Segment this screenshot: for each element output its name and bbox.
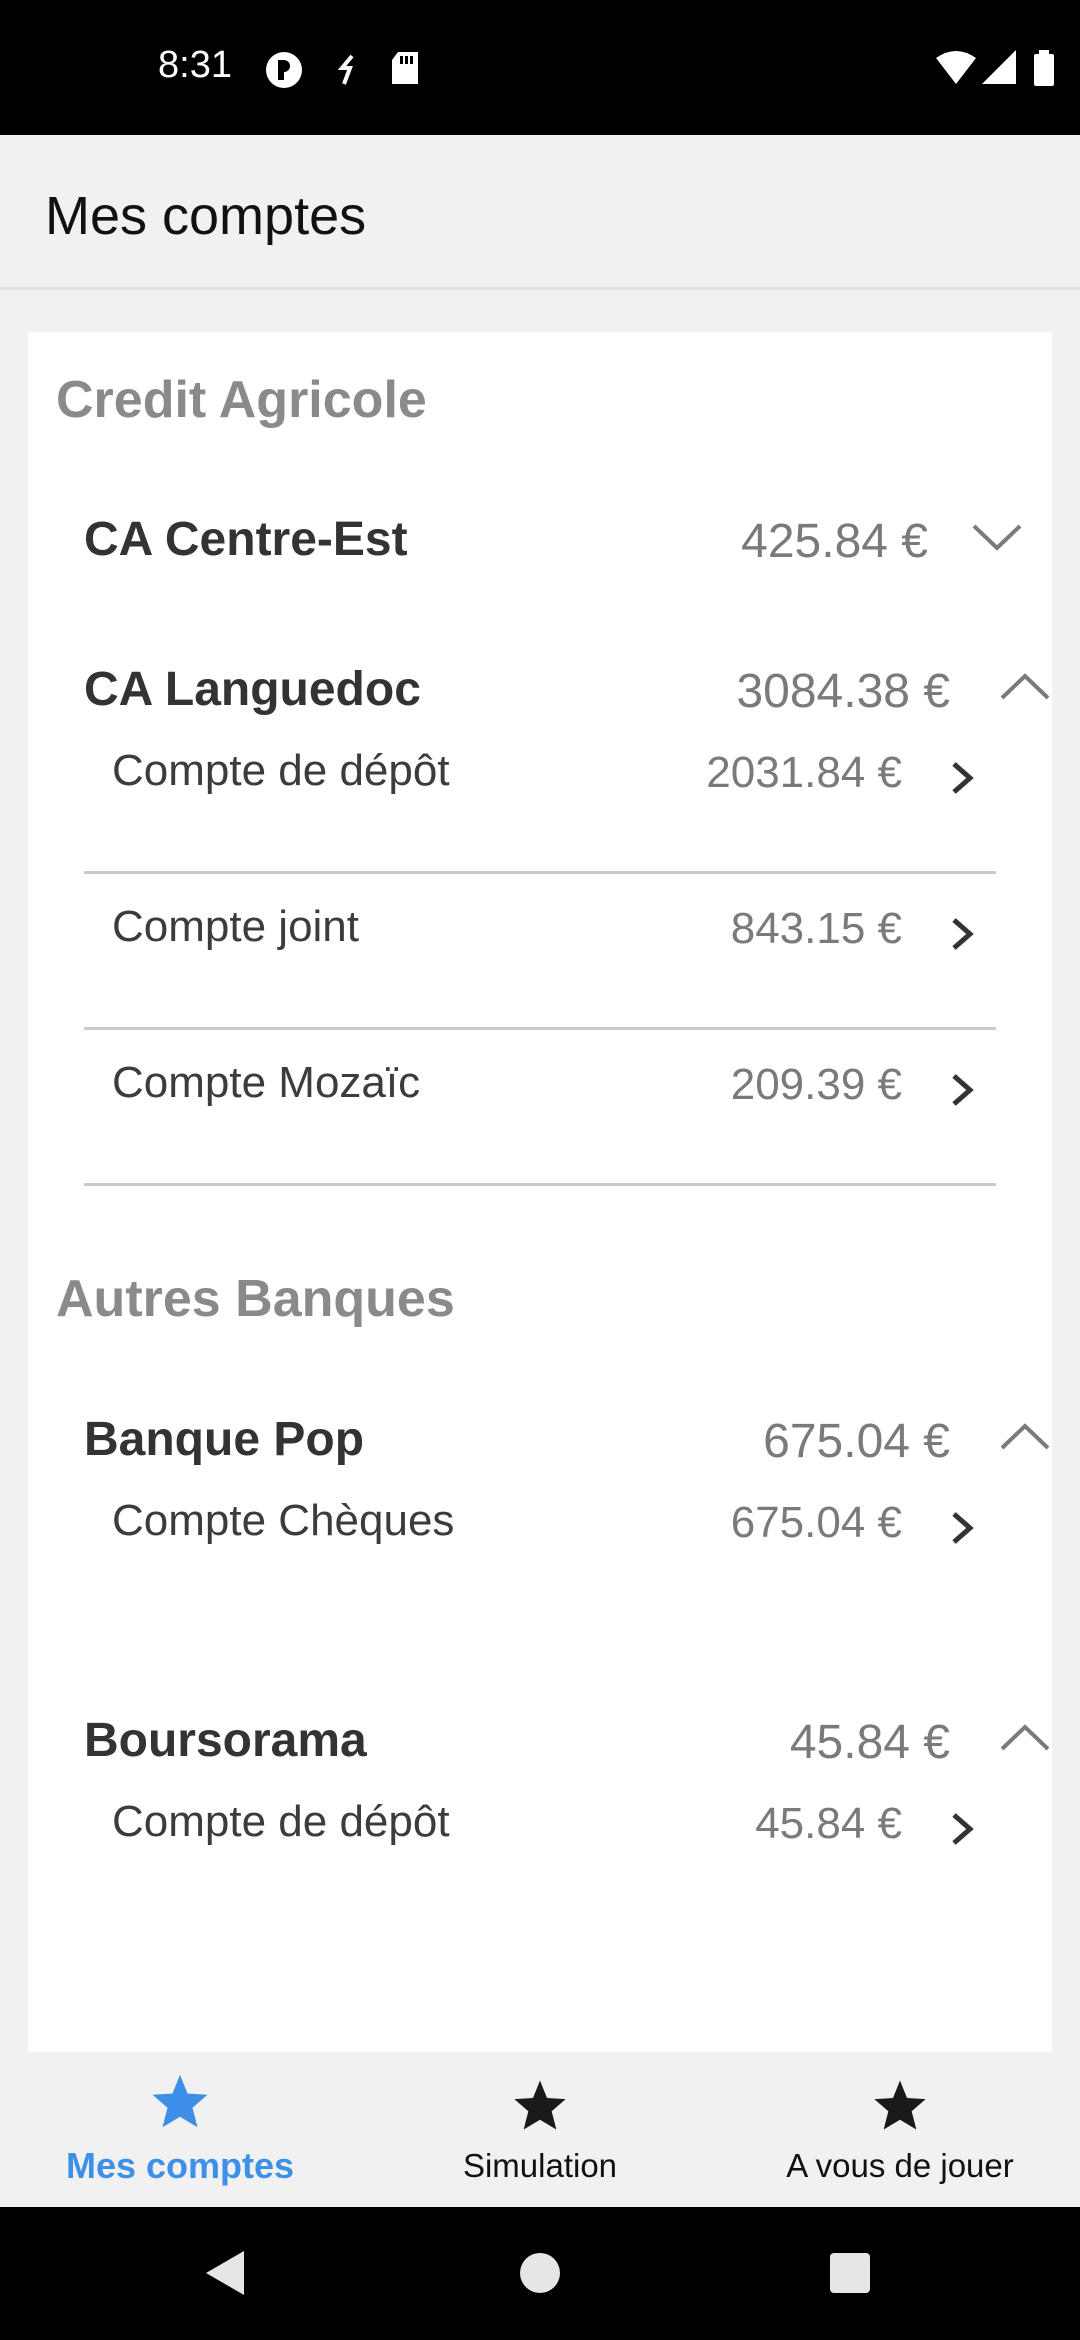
star-icon bbox=[874, 2080, 926, 2130]
account-row-boursorama-compte-de-depot[interactable]: Compte de dépôt 45.84 € bbox=[84, 1769, 996, 1925]
account-row-compte-joint[interactable]: Compte joint 843.15 € bbox=[84, 874, 996, 1030]
account-row-compte-cheques[interactable]: Compte Chèques 675.04 € bbox=[84, 1468, 996, 1624]
battery-icon bbox=[1034, 50, 1054, 86]
account-name: Compte de dépôt bbox=[112, 1797, 450, 1846]
status-time: 8:31 bbox=[158, 44, 232, 86]
nav-tab-mes-comptes[interactable]: Mes comptes bbox=[0, 2052, 360, 2207]
bank-amount: 45.84 € bbox=[789, 1716, 950, 1769]
bank-amount: 675.04 € bbox=[763, 1415, 950, 1468]
account-amount: 2031.84 € bbox=[706, 748, 902, 797]
signal-icon bbox=[982, 50, 1016, 84]
wifi-icon bbox=[936, 51, 976, 84]
sd-card-icon bbox=[392, 52, 418, 84]
back-icon[interactable] bbox=[202, 2247, 248, 2299]
bank-name: CA Centre-Est bbox=[84, 513, 408, 566]
accounts-card: Credit Agricole CA Centre-Est 425.84 € C… bbox=[28, 332, 1052, 2052]
chevron-right-icon[interactable] bbox=[948, 758, 976, 798]
chevron-right-icon[interactable] bbox=[948, 1508, 976, 1548]
chevron-right-icon[interactable] bbox=[948, 914, 976, 954]
account-amount: 45.84 € bbox=[755, 1799, 902, 1848]
account-name: Compte Mozaïc bbox=[112, 1058, 421, 1107]
nav-label: Simulation bbox=[462, 2147, 618, 2184]
page-title: Mes comptes bbox=[45, 186, 367, 246]
bank-name: Banque Pop bbox=[84, 1413, 365, 1466]
account-amount: 209.39 € bbox=[730, 1060, 902, 1109]
home-icon[interactable] bbox=[518, 2247, 562, 2299]
section-title-autres-banques: Autres Banques bbox=[56, 1270, 455, 1328]
bank-name: CA Languedoc bbox=[84, 663, 421, 716]
sync-icon bbox=[337, 54, 354, 85]
account-amount: 675.04 € bbox=[730, 1498, 902, 1547]
star-icon bbox=[152, 2074, 208, 2128]
account-name: Compte de dépôt bbox=[112, 746, 450, 795]
recents-icon[interactable] bbox=[828, 2247, 872, 2299]
section-title-credit-agricole: Credit Agricole bbox=[56, 371, 427, 429]
chevron-right-icon[interactable] bbox=[948, 1070, 976, 1110]
nav-tab-a-vous-de-jouer[interactable]: A vous de jouer bbox=[720, 2052, 1080, 2207]
nav-label: Mes comptes bbox=[65, 2145, 295, 2186]
account-amount: 843.15 € bbox=[730, 904, 902, 953]
bottom-nav: Mes comptes Simulation A vous de jouer bbox=[0, 2052, 1080, 2207]
status-bar: 8:31 bbox=[0, 0, 1080, 135]
privacy-icon bbox=[266, 52, 302, 88]
bank-amount: 425.84 € bbox=[741, 515, 928, 568]
system-nav-bar bbox=[0, 2207, 1080, 2340]
chevron-up-icon[interactable] bbox=[998, 1416, 1052, 1456]
account-name: Compte joint bbox=[112, 902, 360, 951]
bank-name: Boursorama bbox=[84, 1714, 367, 1767]
chevron-down-icon[interactable] bbox=[970, 516, 1024, 556]
account-row-compte-mozaic[interactable]: Compte Mozaïc 209.39 € bbox=[84, 1030, 996, 1186]
nav-label: A vous de jouer bbox=[786, 2147, 1014, 2184]
chevron-right-icon[interactable] bbox=[948, 1809, 976, 1849]
bank-row-ca-centre-est[interactable]: CA Centre-Est 425.84 € bbox=[84, 502, 1024, 582]
account-row-compte-de-depot[interactable]: Compte de dépôt 2031.84 € bbox=[84, 718, 996, 874]
bank-amount: 3084.38 € bbox=[736, 665, 950, 718]
nav-tab-simulation[interactable]: Simulation bbox=[360, 2052, 720, 2207]
app-bar: Mes comptes bbox=[0, 135, 1080, 290]
star-icon bbox=[514, 2080, 566, 2130]
chevron-up-icon[interactable] bbox=[998, 666, 1052, 706]
account-name: Compte Chèques bbox=[112, 1496, 455, 1545]
chevron-up-icon[interactable] bbox=[998, 1717, 1052, 1757]
